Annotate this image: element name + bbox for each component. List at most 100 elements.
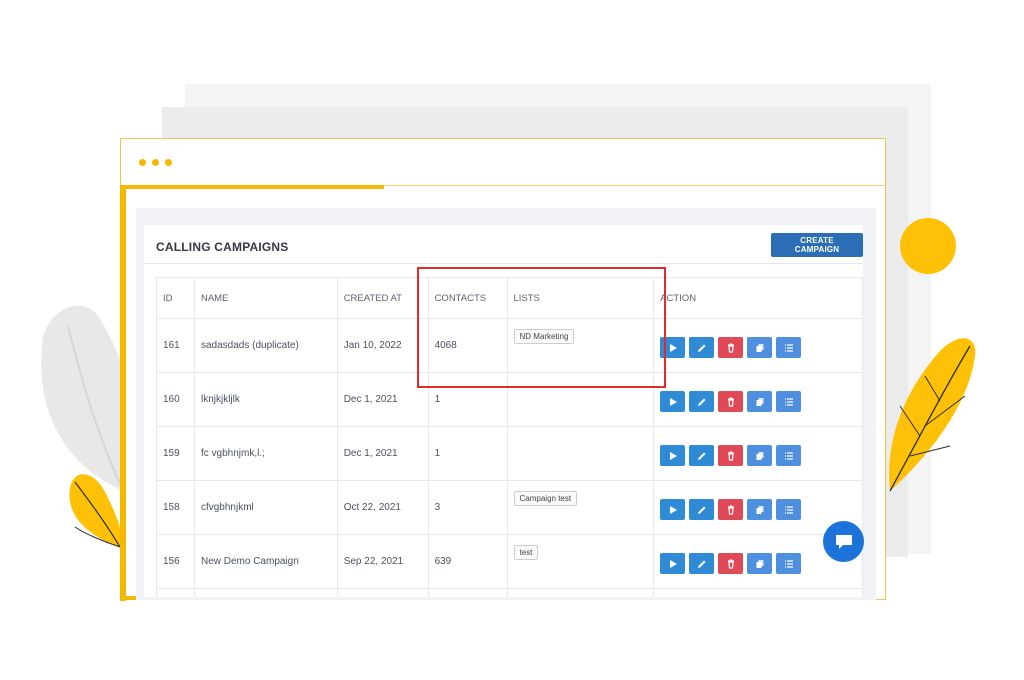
list-badge: Campaign test bbox=[513, 491, 578, 506]
trash-icon bbox=[726, 396, 736, 407]
card-divider bbox=[144, 263, 863, 264]
cell-lists: test bbox=[506, 534, 655, 589]
pencil-icon bbox=[697, 559, 707, 569]
cell-contacts: 3 bbox=[427, 480, 508, 535]
details-button[interactable] bbox=[776, 337, 802, 358]
duplicate-button[interactable] bbox=[747, 337, 773, 358]
cell-name: sadasdads (duplicate) bbox=[193, 318, 338, 373]
pencil-icon bbox=[697, 451, 707, 461]
cell-lists bbox=[506, 588, 655, 597]
edit-button[interactable] bbox=[689, 391, 715, 412]
column-header-name[interactable]: NAME bbox=[193, 277, 338, 319]
chat-button[interactable] bbox=[823, 521, 864, 562]
delete-button[interactable] bbox=[718, 553, 744, 574]
decorative-circle bbox=[900, 218, 956, 274]
table-row: 155Hi TestApr 21, 20211 bbox=[156, 588, 863, 597]
cell-id: 156 bbox=[156, 534, 195, 589]
cell-actions bbox=[653, 372, 863, 427]
copy-icon bbox=[755, 343, 765, 353]
table-row: 158 cfvgbhnjkml Oct 22, 2021 3 Campaign test bbox=[156, 480, 863, 535]
yellow-leaf-icon bbox=[889, 338, 976, 492]
edit-button[interactable] bbox=[689, 445, 715, 466]
list-icon bbox=[784, 505, 794, 515]
trash-icon bbox=[726, 342, 736, 353]
cell-actions bbox=[653, 426, 863, 481]
play-icon bbox=[668, 397, 678, 407]
cell-name: lknjkjkljlk bbox=[193, 372, 338, 427]
cell-id: 155 bbox=[156, 588, 195, 597]
details-button[interactable] bbox=[776, 553, 802, 574]
delete-button[interactable] bbox=[718, 445, 744, 466]
cell-id: 160 bbox=[156, 372, 195, 427]
cell-name: Hi Test bbox=[193, 588, 338, 597]
cell-created-at: Oct 22, 2021 bbox=[336, 480, 429, 535]
play-button[interactable] bbox=[660, 445, 686, 466]
pencil-icon bbox=[697, 505, 707, 515]
window-dot bbox=[152, 159, 159, 166]
cell-name: fc vgbhnjmk,l.; bbox=[193, 426, 338, 481]
pencil-icon bbox=[697, 343, 707, 353]
cell-contacts: 1 bbox=[427, 588, 508, 597]
duplicate-button[interactable] bbox=[747, 445, 773, 466]
copy-icon bbox=[755, 505, 765, 515]
cell-name: cfvgbhnjkml bbox=[193, 480, 338, 535]
trash-icon bbox=[726, 450, 736, 461]
cell-lists bbox=[506, 426, 655, 481]
column-header-id[interactable]: ID bbox=[156, 277, 195, 319]
duplicate-button[interactable] bbox=[747, 499, 773, 520]
trash-icon bbox=[726, 504, 736, 515]
details-button[interactable] bbox=[776, 499, 802, 520]
window-dot bbox=[139, 159, 146, 166]
window-dot bbox=[165, 159, 172, 166]
copy-icon bbox=[755, 397, 765, 407]
delete-button[interactable] bbox=[718, 499, 744, 520]
create-campaign-button[interactable]: CREATE CAMPAIGN bbox=[771, 233, 863, 257]
cell-actions bbox=[653, 588, 863, 597]
cell-contacts: 639 bbox=[427, 534, 508, 589]
play-button[interactable] bbox=[660, 391, 686, 412]
duplicate-button[interactable] bbox=[747, 391, 773, 412]
column-header-created-at[interactable]: CREATED AT bbox=[336, 277, 429, 319]
copy-icon bbox=[755, 451, 765, 461]
edit-button[interactable] bbox=[689, 553, 715, 574]
list-icon bbox=[784, 559, 794, 569]
delete-button[interactable] bbox=[718, 337, 744, 358]
table-row: 159 fc vgbhnjmk,l.; Dec 1, 2021 1 bbox=[156, 426, 863, 481]
play-button[interactable] bbox=[660, 553, 686, 574]
edit-button[interactable] bbox=[689, 337, 715, 358]
chat-icon bbox=[835, 534, 852, 549]
pencil-icon bbox=[697, 397, 707, 407]
play-icon bbox=[668, 451, 678, 461]
table-row: 156 New Demo Campaign Sep 22, 2021 639 test bbox=[156, 534, 863, 589]
play-icon bbox=[668, 343, 678, 353]
cell-id: 158 bbox=[156, 480, 195, 535]
list-icon bbox=[784, 397, 794, 407]
cell-name: New Demo Campaign bbox=[193, 534, 338, 589]
cell-created-at: Sep 22, 2021 bbox=[336, 534, 429, 589]
list-icon bbox=[784, 343, 794, 353]
cell-created-at: Apr 21, 2021 bbox=[336, 588, 429, 597]
play-button[interactable] bbox=[660, 499, 686, 520]
list-badge: test bbox=[513, 545, 539, 560]
copy-icon bbox=[755, 559, 765, 569]
cell-contacts: 1 bbox=[427, 426, 508, 481]
cell-actions bbox=[653, 318, 863, 373]
play-icon bbox=[668, 559, 678, 569]
list-icon bbox=[784, 451, 794, 461]
window-title-bar bbox=[121, 139, 885, 186]
cell-created-at: Dec 1, 2021 bbox=[336, 426, 429, 481]
details-button[interactable] bbox=[776, 445, 802, 466]
cell-created-at: Jan 10, 2022 bbox=[336, 318, 429, 373]
duplicate-button[interactable] bbox=[747, 553, 773, 574]
window-accent-bar bbox=[126, 185, 384, 189]
delete-button[interactable] bbox=[718, 391, 744, 412]
details-button[interactable] bbox=[776, 391, 802, 412]
window-accent-bar bbox=[120, 185, 126, 601]
cell-id: 159 bbox=[156, 426, 195, 481]
cell-id: 161 bbox=[156, 318, 195, 373]
page-title: CALLING CAMPAIGNS bbox=[156, 240, 289, 254]
highlight-box bbox=[417, 267, 666, 388]
edit-button[interactable] bbox=[689, 499, 715, 520]
column-header-action: ACTION bbox=[653, 277, 863, 319]
cell-lists: Campaign test bbox=[506, 480, 655, 535]
